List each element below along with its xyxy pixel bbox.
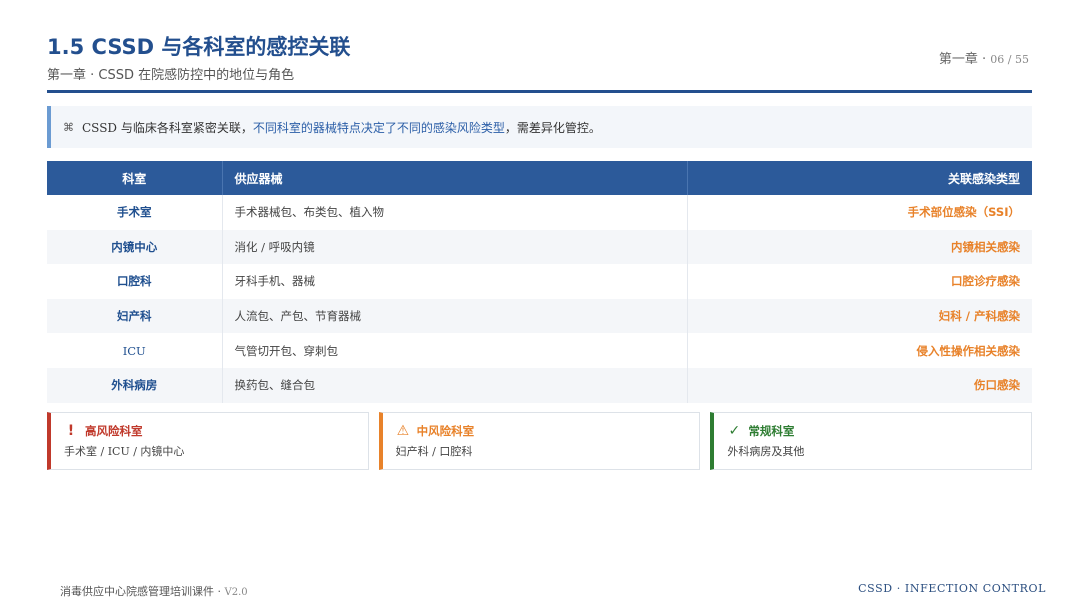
high-risk-card: ! 高风险科室 手术室 / ICU / 内镜中心: [47, 412, 369, 470]
infection-type-cell: 妇科 / 产科感染: [687, 298, 1032, 334]
card-heading: ! 高风险科室: [65, 423, 368, 439]
table-row: 手术室 手术器械包、布类包、植入物 手术部位感染（SSI）: [47, 195, 1032, 230]
page-separator: /: [1004, 53, 1015, 66]
equipment-cell: 消化 / 呼吸内镜: [222, 229, 688, 265]
footer-version: V2.0: [224, 587, 248, 598]
page-title: 1.5 CSSD 与各科室的感控关联: [47, 35, 351, 59]
infection-type-cell: 手术部位感染（SSI）: [687, 195, 1032, 230]
equipment-cell: 气管切开包、穿刺包: [222, 333, 688, 368]
table-row: ICU 气管切开包、穿刺包 侵入性操作相关感染: [47, 333, 1032, 368]
table-row: 内镜中心 消化 / 呼吸内镜 内镜相关感染: [47, 229, 1032, 265]
department-cell: 口腔科: [47, 264, 223, 299]
header-divider: [47, 90, 1032, 93]
footer-course-name: 消毒供应中心院感管理培训课件 ·: [60, 585, 225, 598]
card-body: 手术室 / ICU / 内镜中心: [64, 445, 185, 458]
callout-text: CSSD 与临床各科室紧密关联，不同科室的器械特点决定了不同的感染风险类型，需差…: [82, 119, 601, 136]
department-infection-table: 科室 供应器械 关联感染类型 手术室 手术器械包、布类包、植入物 手术部位感染（…: [47, 161, 1032, 403]
callout-highlight: 不同科室的器械特点决定了不同的感染风险类型: [252, 120, 505, 135]
department-cell: 妇产科: [47, 298, 223, 334]
table-row: 外科病房 换药包、缝合包 伤口感染: [47, 367, 1032, 403]
card-title: 高风险科室: [85, 424, 143, 438]
medium-risk-card: ⚠ 中风险科室 妇产科 / 口腔科: [378, 412, 701, 470]
command-icon: ⌘: [63, 120, 74, 134]
card-heading: ⚠ 中风险科室: [397, 423, 700, 439]
warning-icon: ⚠: [396, 423, 410, 439]
department-cell: 外科病房: [47, 367, 223, 403]
chapter-label: 第一章 ·: [938, 52, 991, 67]
equipment-cell: 换药包、缝合包: [222, 367, 688, 403]
callout-text-start: CSSD 与临床各科室紧密关联，: [82, 120, 253, 135]
page-total: 55: [1015, 53, 1029, 66]
checkmark-icon: ✓: [728, 423, 741, 439]
equipment-cell: 牙科手机、器械: [222, 264, 688, 299]
page-subtitle: 第一章 · CSSD 在院感防控中的地位与角色: [47, 68, 295, 83]
department-cell: 手术室: [47, 195, 223, 230]
equipment-cell: 手术器械包、布类包、植入物: [222, 195, 688, 230]
card-body: 外科病房及其他: [727, 445, 805, 458]
routine-card: ✓ 常规科室 外科病房及其他: [710, 412, 1033, 470]
department-cell: ICU: [47, 333, 223, 368]
callout-text-end: ，需差异化管控。: [504, 120, 601, 135]
table-header-row: 科室 供应器械 关联感染类型: [47, 161, 1032, 195]
footer-course-title: 消毒供应中心院感管理培训课件 · V2.0: [60, 583, 248, 599]
column-header-infection-type: 关联感染类型: [687, 161, 1032, 195]
department-cell: 内镜中心: [47, 229, 223, 265]
card-body: 妇产科 / 口腔科: [395, 445, 473, 458]
infection-type-cell: 伤口感染: [687, 367, 1032, 403]
column-header-equipment: 供应器械: [222, 161, 688, 195]
exclamation-icon: !: [67, 423, 75, 439]
page-number: 06: [990, 53, 1005, 66]
card-title: 中风险科室: [416, 424, 475, 438]
column-header-department: 科室: [47, 161, 223, 195]
key-point-callout: ⌘ CSSD 与临床各科室紧密关联，不同科室的器械特点决定了不同的感染风险类型，…: [47, 106, 1032, 148]
table-row: 口腔科 牙科手机、器械 口腔诊疗感染: [47, 264, 1032, 299]
card-heading: ✓ 常规科室: [728, 423, 1031, 439]
table-row: 妇产科 人流包、产包、节育器械 妇科 / 产科感染: [47, 298, 1032, 334]
infection-type-cell: 侵入性操作相关感染: [687, 333, 1032, 368]
equipment-cell: 人流包、产包、节育器械: [222, 298, 688, 334]
risk-level-cards: ! 高风险科室 手术室 / ICU / 内镜中心 ⚠ 中风险科室 妇产科 / 口…: [47, 412, 1033, 470]
footer-brand: CSSD · INFECTION CONTROL: [858, 582, 1046, 595]
infection-type-cell: 口腔诊疗感染: [687, 264, 1032, 299]
page-indicator: 第一章 · 06 / 55: [939, 48, 1029, 67]
infection-type-cell: 内镜相关感染: [687, 229, 1032, 265]
card-title: 常规科室: [748, 424, 795, 438]
